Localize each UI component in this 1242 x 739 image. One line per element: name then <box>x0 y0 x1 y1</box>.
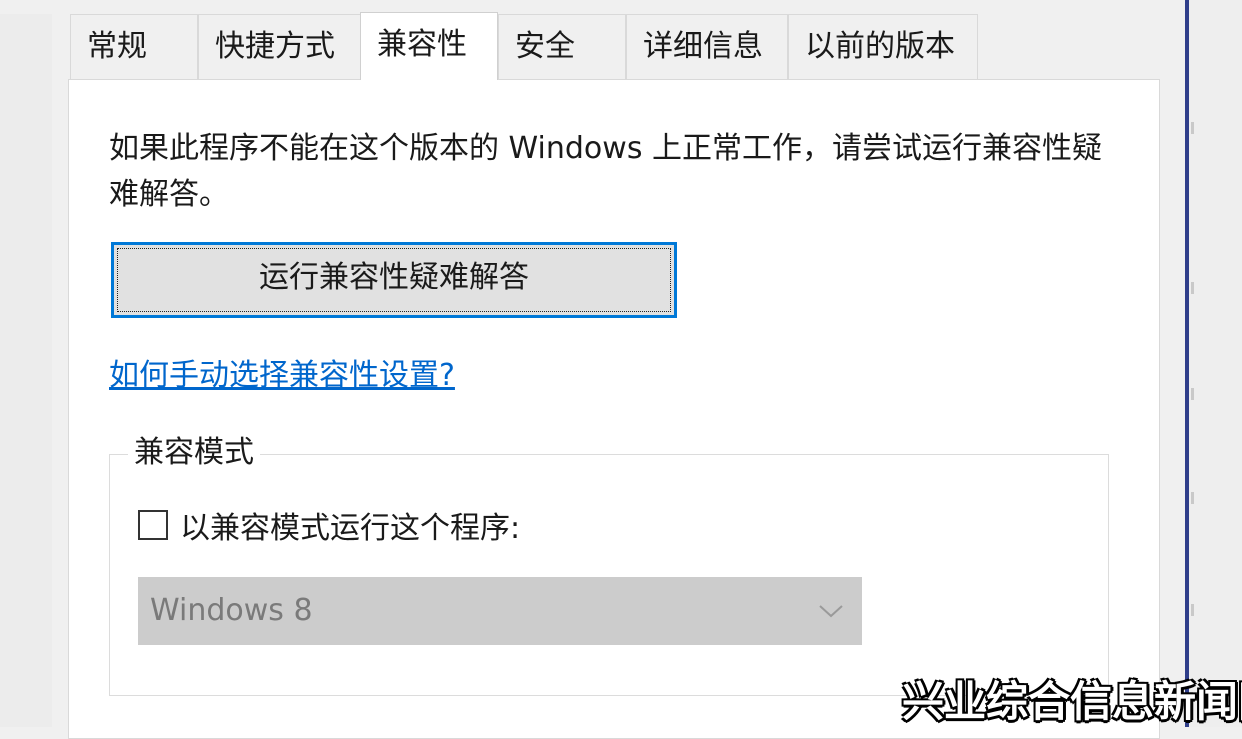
edge-mark <box>1191 604 1194 616</box>
title-area-strip <box>0 0 1185 14</box>
chevron-down-icon <box>818 577 844 645</box>
site-watermark: 兴业综合信息新闻网 <box>902 677 1242 726</box>
compatibility-panel: 如果此程序不能在这个版本的 Windows 上正常工作，请尝试运行兼容性疑难解答… <box>68 79 1160 739</box>
os-version-value: Windows 8 <box>150 593 313 628</box>
tab-compatibility[interactable]: 兼容性 <box>360 12 498 80</box>
edge-mark <box>1191 492 1194 504</box>
compatibility-description: 如果此程序不能在这个版本的 Windows 上正常工作，请尝试运行兼容性疑难解答… <box>109 131 1102 212</box>
tab-shortcut[interactable]: 快捷方式 <box>198 14 361 80</box>
run-troubleshooter-label: 运行兼容性疑难解答 <box>259 260 529 295</box>
edge-mark <box>1191 122 1194 134</box>
window-edge <box>1185 0 1189 727</box>
run-in-compat-mode-label: 以兼容模式运行这个程序: <box>180 511 521 546</box>
tab-security[interactable]: 安全 <box>498 14 626 80</box>
background-window-right <box>1185 0 1242 727</box>
run-troubleshooter-button[interactable]: 运行兼容性疑难解答 <box>111 242 677 318</box>
tab-general[interactable]: 常规 <box>70 14 198 80</box>
compat-mode-group: 兼容模式 以兼容模式运行这个程序: Windows 8 <box>109 431 1109 696</box>
compat-mode-group-title: 兼容模式 <box>128 431 260 475</box>
os-version-select: Windows 8 <box>138 577 862 645</box>
tab-details[interactable]: 详细信息 <box>626 14 788 80</box>
background-window-left <box>0 0 52 727</box>
run-in-compat-mode-option[interactable]: 以兼容模式运行这个程序: <box>138 505 521 546</box>
edge-mark <box>1191 388 1194 400</box>
run-in-compat-mode-checkbox[interactable] <box>138 510 168 540</box>
edge-mark <box>1191 282 1194 294</box>
manual-compat-help-link[interactable]: 如何手动选择兼容性设置? <box>109 350 455 394</box>
tab-previous-versions[interactable]: 以前的版本 <box>788 14 978 80</box>
